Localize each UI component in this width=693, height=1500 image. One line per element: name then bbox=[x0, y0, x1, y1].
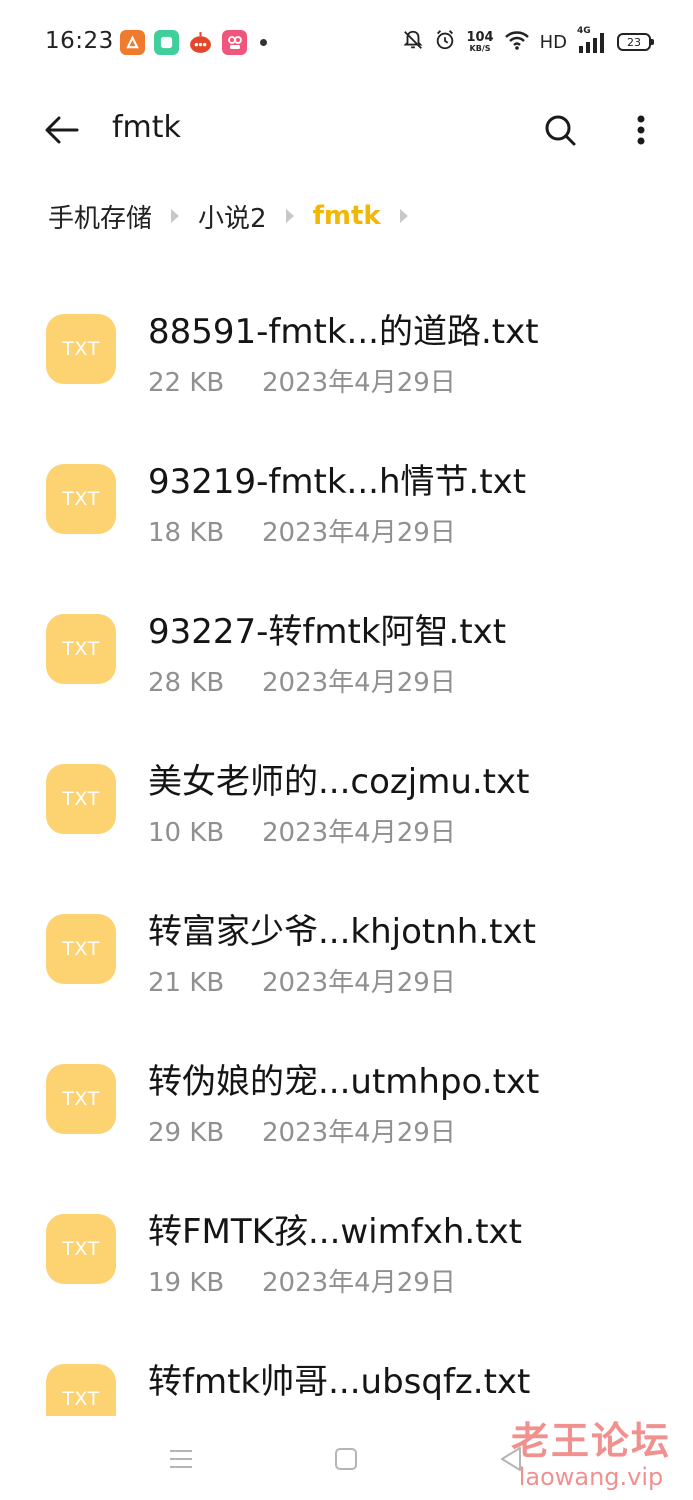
txt-file-icon: TXT bbox=[46, 314, 116, 384]
breadcrumb-item-phone-storage[interactable]: 手机存储 bbox=[48, 198, 152, 235]
file-date: 2023年4月29日 bbox=[262, 818, 456, 848]
file-date: 2023年4月29日 bbox=[262, 968, 456, 998]
chevron-right-icon bbox=[160, 201, 190, 231]
app-icon-orange bbox=[120, 30, 145, 55]
page-title: fmtk bbox=[112, 110, 181, 145]
file-row[interactable]: TXT 美女老师的...cozjmu.txt 10 KB 2023年4月29日 bbox=[0, 740, 693, 890]
file-size: 21 KB bbox=[148, 968, 225, 998]
file-date: 2023年4月29日 bbox=[262, 518, 456, 548]
txt-file-icon: TXT bbox=[46, 914, 116, 984]
file-row[interactable]: TXT 93219-fmtk...h情节.txt 18 KB 2023年4月29日 bbox=[0, 440, 693, 590]
file-size: 10 KB bbox=[148, 818, 225, 848]
breadcrumb-item-fmtk[interactable]: fmtk bbox=[313, 201, 381, 231]
more-options-button[interactable] bbox=[617, 106, 665, 154]
file-name: 转FMTK孩...wimfxh.txt bbox=[148, 1212, 522, 1252]
txt-file-icon: TXT bbox=[46, 764, 116, 834]
chevron-right-icon bbox=[389, 201, 419, 231]
back-button[interactable] bbox=[38, 106, 86, 154]
file-row[interactable]: TXT 88591-fmtk...的道路.txt 22 KB 2023年4月29日 bbox=[0, 290, 693, 440]
chevron-right-icon bbox=[275, 201, 305, 231]
watermark-text-cn: 老王论坛 bbox=[510, 1419, 671, 1463]
watermark-text-en: laowang.vip bbox=[518, 1463, 664, 1491]
file-row[interactable]: TXT 转富家少爷...khjotnh.txt 21 KB 2023年4月29日 bbox=[0, 890, 693, 1040]
file-meta: 29 KB 2023年4月29日 bbox=[148, 1112, 456, 1149]
home-icon bbox=[335, 1448, 357, 1470]
app-header: fmtk bbox=[0, 96, 693, 164]
battery-icon: 23 bbox=[617, 33, 654, 51]
file-date: 2023年4月29日 bbox=[262, 1268, 456, 1298]
notification-icons bbox=[120, 30, 267, 55]
file-row[interactable]: TXT 转FMTK孩...wimfxh.txt 19 KB 2023年4月29日 bbox=[0, 1190, 693, 1340]
txt-file-icon: TXT bbox=[46, 464, 116, 534]
status-time: 16:23 bbox=[45, 28, 114, 54]
net-speed-value: 104 bbox=[466, 30, 494, 45]
file-name: 88591-fmtk...的道路.txt bbox=[148, 312, 539, 352]
system-indicators: 104 KB/S HD 4G 23 bbox=[402, 26, 654, 58]
net-speed-unit: KB/S bbox=[469, 44, 491, 53]
search-icon bbox=[545, 115, 576, 146]
file-name: 转fmtk帅哥...ubsqfz.txt bbox=[148, 1362, 531, 1402]
file-size: 18 KB bbox=[148, 518, 225, 548]
file-date: 2023年4月29日 bbox=[262, 1118, 456, 1148]
file-size: 22 KB bbox=[148, 368, 225, 398]
status-bar: 16:23 104 KB/S HD 4G 23 bbox=[0, 0, 693, 84]
net-speed-indicator: 104 KB/S bbox=[466, 31, 493, 53]
file-meta: 10 KB 2023年4月29日 bbox=[148, 812, 456, 849]
search-button[interactable] bbox=[536, 106, 584, 154]
mute-icon bbox=[402, 29, 424, 55]
file-name: 93227-转fmtk阿智.txt bbox=[148, 612, 507, 652]
txt-file-icon: TXT bbox=[46, 1214, 116, 1284]
txt-file-icon: TXT bbox=[46, 1064, 116, 1134]
file-size: 19 KB bbox=[148, 1268, 225, 1298]
home-button[interactable] bbox=[325, 1438, 367, 1480]
file-row[interactable]: TXT 转fmtk帅哥...ubsqfz.txt bbox=[0, 1340, 693, 1416]
app-icon-red-chat bbox=[188, 30, 213, 55]
breadcrumb: 手机存储 小说2 fmtk bbox=[48, 196, 427, 236]
hd-label: HD bbox=[539, 31, 567, 53]
breadcrumb-item-novel2[interactable]: 小说2 bbox=[198, 198, 267, 235]
battery-level: 23 bbox=[627, 35, 641, 49]
file-name: 转富家少爷...khjotnh.txt bbox=[148, 912, 536, 952]
app-icon-green bbox=[154, 30, 179, 55]
txt-file-icon: TXT bbox=[46, 1364, 116, 1416]
signal-icon: 4G bbox=[577, 26, 607, 54]
menu-icon bbox=[170, 1450, 192, 1468]
file-row[interactable]: TXT 转伪娘的宠...utmhpo.txt 29 KB 2023年4月29日 bbox=[0, 1040, 693, 1190]
file-meta: 19 KB 2023年4月29日 bbox=[148, 1262, 456, 1299]
more-notifications-dot bbox=[260, 39, 267, 46]
file-list: TXT 88591-fmtk...的道路.txt 22 KB 2023年4月29日… bbox=[0, 290, 693, 1416]
txt-file-icon: TXT bbox=[46, 614, 116, 684]
more-vertical-icon bbox=[637, 115, 645, 145]
file-meta: 22 KB 2023年4月29日 bbox=[148, 362, 456, 399]
file-date: 2023年4月29日 bbox=[262, 668, 456, 698]
file-size: 28 KB bbox=[148, 668, 225, 698]
wifi-icon bbox=[504, 29, 530, 55]
file-size: 29 KB bbox=[148, 1118, 225, 1148]
arrow-left-icon bbox=[45, 116, 79, 144]
file-name: 美女老师的...cozjmu.txt bbox=[148, 762, 530, 802]
file-name: 93219-fmtk...h情节.txt bbox=[148, 462, 527, 502]
file-meta: 21 KB 2023年4月29日 bbox=[148, 962, 456, 999]
file-date: 2023年4月29日 bbox=[262, 368, 456, 398]
file-meta: 28 KB 2023年4月29日 bbox=[148, 662, 456, 699]
file-meta: 18 KB 2023年4月29日 bbox=[148, 512, 456, 549]
recent-apps-button[interactable] bbox=[160, 1438, 202, 1480]
watermark: 老王论坛 laowang.vip bbox=[511, 1410, 671, 1491]
file-name: 转伪娘的宠...utmhpo.txt bbox=[148, 1062, 540, 1102]
file-row[interactable]: TXT 93227-转fmtk阿智.txt 28 KB 2023年4月29日 bbox=[0, 590, 693, 740]
app-icon-pink bbox=[222, 30, 247, 55]
alarm-icon bbox=[434, 29, 456, 55]
